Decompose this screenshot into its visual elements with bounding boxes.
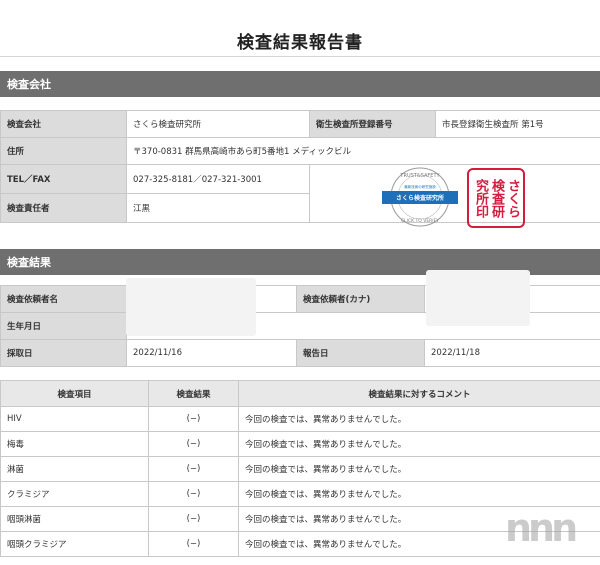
test-comment: 今回の検査では、異常ありませんでした。	[238, 406, 600, 432]
seal-name: さくら検査研究所	[396, 194, 444, 202]
tel-value: 027-325-8181／027-321-3001	[126, 164, 310, 194]
test-result: (−)	[148, 506, 239, 532]
results-header-row: 検査項目 検査結果 検査結果に対するコメント	[0, 380, 600, 407]
seal-top-text: TRUST&SAFETY	[399, 173, 440, 179]
stamp-text-col3: 究所印	[473, 178, 488, 218]
report-date-label: 報告日	[296, 339, 425, 367]
seal-bottom-text: CLICK TO VERIFY	[401, 218, 439, 224]
column-header-comment: 検査結果に対するコメント	[238, 380, 600, 407]
stamp-text-col2: 検査研	[489, 178, 504, 218]
test-item: 梅毒	[0, 431, 149, 457]
test-comment: 今回の検査では、異常ありませんでした。	[238, 431, 600, 457]
test-item: 淋菌	[0, 456, 149, 482]
section-heading-company: 検査会社	[0, 71, 600, 97]
title-divider	[0, 56, 600, 57]
table-row: 採取日 2022/11/16 報告日 2022/11/18	[0, 339, 600, 367]
sample-date-label: 採取日	[0, 339, 127, 367]
seal-subtitle: 最新技術の研究施設	[404, 184, 436, 189]
company-stamp: さくら 検査研 究所印	[467, 168, 525, 228]
watermark-logo: nnn	[505, 506, 578, 550]
sample-date-value: 2022/11/16	[126, 339, 297, 367]
registry-value: 市長登録衛生検査所 第1号	[435, 110, 600, 138]
column-header-item: 検査項目	[0, 380, 149, 407]
redacted-name	[126, 278, 256, 336]
column-header-result: 検査結果	[148, 380, 239, 407]
stamp-text-col1: さくら	[505, 178, 520, 218]
tel-label: TEL／FAX	[0, 164, 127, 194]
test-result: (−)	[148, 431, 239, 457]
trust-safety-seal-icon: TRUST&SAFETY 最新技術の研究施設 さくら検査研究所 CLICK TO…	[382, 167, 458, 227]
address-label: 住所	[0, 137, 127, 165]
requester-kana-label: 検査依頼者(カナ)	[296, 285, 425, 313]
test-result: (−)	[148, 531, 239, 557]
test-comment: 今回の検査では、異常ありませんでした。	[238, 481, 600, 507]
redacted-kana	[426, 270, 530, 326]
table-row: 梅毒 (−) 今回の検査では、異常ありませんでした。	[0, 431, 600, 457]
test-comment: 今回の検査では、異常ありませんでした。	[238, 456, 600, 482]
test-item: 咽頭クラミジア	[0, 531, 149, 557]
test-item: クラミジア	[0, 481, 149, 507]
test-result: (−)	[148, 481, 239, 507]
test-item: HIV	[0, 406, 149, 432]
manager-label: 検査責任者	[0, 193, 127, 223]
birth-label: 生年月日	[0, 312, 127, 340]
company-value: さくら検査研究所	[126, 110, 310, 138]
table-row: 住所 〒370-0831 群馬県高崎市あら町5番地1 メディックビル	[0, 137, 600, 165]
page-title: 検査結果報告書	[237, 33, 363, 53]
company-label: 検査会社	[0, 110, 127, 138]
address-value: 〒370-0831 群馬県高崎市あら町5番地1 メディックビル	[126, 137, 600, 165]
table-row: 検査会社 さくら検査研究所 衛生検査所登録番号 市長登録衛生検査所 第1号	[0, 110, 600, 138]
manager-value: 江黒	[126, 193, 310, 223]
requester-label: 検査依頼者名	[0, 285, 127, 313]
test-result: (−)	[148, 406, 239, 432]
table-row: 淋菌 (−) 今回の検査では、異常ありませんでした。	[0, 456, 600, 482]
test-result: (−)	[148, 456, 239, 482]
report-date-value: 2022/11/18	[424, 339, 600, 367]
table-row: HIV (−) 今回の検査では、異常ありませんでした。	[0, 406, 600, 432]
registry-label: 衛生検査所登録番号	[309, 110, 436, 138]
test-item: 咽頭淋菌	[0, 506, 149, 532]
table-row: クラミジア (−) 今回の検査では、異常ありませんでした。	[0, 481, 600, 507]
